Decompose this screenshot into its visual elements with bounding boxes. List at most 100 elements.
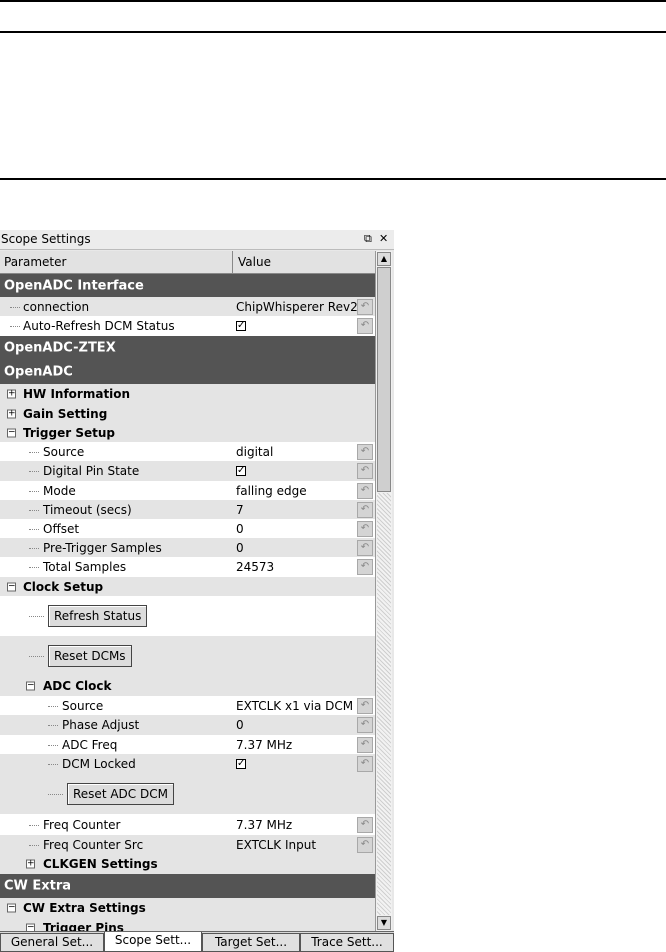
reset-default-icon[interactable]: ↶ bbox=[357, 482, 373, 499]
node-cw-extra-settings[interactable]: − CW Extra Settings bbox=[0, 898, 375, 918]
node-trigger-setup[interactable]: − Trigger Setup bbox=[0, 423, 375, 442]
dcm-locked-checkbox[interactable]: ✓ bbox=[236, 759, 246, 769]
group-label: CW Extra bbox=[4, 878, 72, 894]
node-gain-setting[interactable]: + Gain Setting bbox=[0, 404, 375, 423]
param-freq-counter-src[interactable]: Freq Counter Src EXTCLK Input ↶ bbox=[0, 835, 375, 854]
node-label: ADC Clock bbox=[43, 679, 112, 693]
reset-default-icon[interactable]: ↶ bbox=[357, 697, 373, 714]
param-timeout[interactable]: Timeout (secs) 7 ↶ bbox=[0, 500, 375, 519]
reset-default-icon[interactable]: ↶ bbox=[357, 736, 373, 753]
param-label: Source bbox=[43, 444, 85, 459]
expand-plus-icon[interactable]: + bbox=[7, 389, 16, 399]
scroll-up-icon[interactable]: ▲ bbox=[377, 252, 391, 266]
collapse-minus-icon[interactable]: − bbox=[26, 681, 35, 691]
reset-default-icon[interactable]: ↶ bbox=[357, 756, 373, 772]
tree-header: Parameter Value bbox=[0, 251, 375, 274]
reset-default-icon[interactable]: ↶ bbox=[357, 836, 373, 853]
scroll-thumb[interactable] bbox=[377, 267, 391, 492]
header-value[interactable]: Value bbox=[238, 251, 271, 273]
auto-refresh-checkbox[interactable]: ✓ bbox=[236, 321, 246, 331]
scroll-down-icon[interactable]: ▼ bbox=[377, 916, 391, 930]
param-trigger-source[interactable]: Source digital ↶ bbox=[0, 442, 375, 461]
tree-line bbox=[29, 547, 39, 550]
param-label: Freq Counter bbox=[43, 818, 121, 832]
phase-adjust-value[interactable]: 0 bbox=[236, 718, 244, 732]
collapse-minus-icon[interactable]: − bbox=[7, 903, 16, 913]
param-phase-adjust[interactable]: Phase Adjust 0 ↶ bbox=[0, 715, 375, 735]
param-label: ADC Freq bbox=[62, 737, 118, 752]
node-label: CW Extra Settings bbox=[23, 901, 146, 915]
mode-value[interactable]: falling edge bbox=[236, 484, 307, 498]
parameter-tree: Parameter Value OpenADC Interface connec… bbox=[0, 251, 375, 931]
adc-source-value[interactable]: EXTCLK x1 via DCM bbox=[236, 699, 353, 713]
dock-title-bar[interactable]: Scope Settings ⧉ ✕ bbox=[0, 230, 394, 250]
collapse-minus-icon[interactable]: − bbox=[7, 428, 16, 437]
reset-adc-dcm-button[interactable]: Reset ADC DCM bbox=[67, 783, 174, 805]
tree-line bbox=[29, 656, 44, 658]
param-label: Source bbox=[62, 698, 104, 713]
tree-line bbox=[29, 616, 44, 618]
digital-pin-checkbox[interactable]: ✓ bbox=[236, 466, 246, 476]
reset-default-icon[interactable]: ↶ bbox=[357, 443, 373, 460]
param-adc-freq[interactable]: ADC Freq 7.37 MHz ↶ bbox=[0, 735, 375, 754]
param-digital-pin-state[interactable]: Digital Pin State ✓ ↶ bbox=[0, 461, 375, 481]
param-freq-counter[interactable]: Freq Counter 7.37 MHz ↶ bbox=[0, 815, 375, 835]
group-openadc-interface[interactable]: OpenADC Interface bbox=[0, 274, 375, 297]
reset-default-icon[interactable]: ↶ bbox=[357, 559, 373, 575]
header-parameter[interactable]: Parameter bbox=[0, 251, 233, 273]
total-samples-value[interactable]: 24573 bbox=[236, 560, 274, 574]
reset-default-icon[interactable]: ↶ bbox=[357, 463, 373, 479]
reset-default-icon[interactable]: ↶ bbox=[357, 318, 373, 334]
collapse-minus-icon[interactable]: − bbox=[26, 923, 35, 931]
tree-line bbox=[48, 764, 58, 766]
collapse-minus-icon[interactable]: − bbox=[7, 582, 16, 591]
row-refresh-status: Refresh Status bbox=[0, 596, 375, 636]
node-trigger-pins[interactable]: − Trigger Pins bbox=[0, 918, 375, 931]
param-connection[interactable]: connection ChipWhisperer Rev2 ↶ bbox=[0, 297, 375, 316]
node-adc-clock[interactable]: − ADC Clock bbox=[0, 676, 375, 696]
expand-plus-icon[interactable]: + bbox=[7, 409, 16, 418]
group-cw-extra[interactable]: CW Extra bbox=[0, 874, 375, 898]
param-adc-source[interactable]: Source EXTCLK x1 via DCM ↶ bbox=[0, 696, 375, 715]
trigger-source-value[interactable]: digital bbox=[236, 445, 273, 459]
offset-value[interactable]: 0 bbox=[236, 522, 244, 536]
param-label: Phase Adjust bbox=[62, 718, 140, 732]
param-offset[interactable]: Offset 0 ↶ bbox=[0, 519, 375, 538]
node-clkgen-settings[interactable]: + CLKGEN Settings bbox=[0, 854, 375, 874]
tree-line bbox=[48, 744, 58, 747]
tab-target-settings[interactable]: Target Set... bbox=[202, 933, 300, 952]
param-total-samples[interactable]: Total Samples 24573 ↶ bbox=[0, 557, 375, 577]
reset-default-icon[interactable]: ↶ bbox=[357, 501, 373, 518]
group-openadc[interactable]: OpenADC bbox=[0, 360, 375, 384]
connection-value[interactable]: ChipWhisperer Rev2 bbox=[236, 300, 358, 314]
tab-general-settings[interactable]: General Set... bbox=[0, 933, 104, 952]
pretrigger-value[interactable]: 0 bbox=[236, 541, 244, 555]
param-label: Digital Pin State bbox=[43, 464, 140, 478]
float-icon[interactable]: ⧉ bbox=[364, 232, 372, 246]
node-clock-setup[interactable]: − Clock Setup bbox=[0, 577, 375, 596]
reset-default-icon[interactable]: ↶ bbox=[357, 539, 373, 556]
param-dcm-locked[interactable]: DCM Locked ✓ ↶ bbox=[0, 754, 375, 774]
vertical-scrollbar[interactable]: ▲ ▼ bbox=[375, 251, 392, 931]
reset-default-icon[interactable]: ↶ bbox=[357, 817, 373, 833]
param-pretrigger[interactable]: Pre-Trigger Samples 0 ↶ bbox=[0, 538, 375, 557]
reset-default-icon[interactable]: ↶ bbox=[357, 717, 373, 733]
reset-default-icon[interactable]: ↶ bbox=[357, 520, 373, 537]
tab-trace-settings[interactable]: Trace Sett... bbox=[300, 933, 394, 952]
node-hw-information[interactable]: + HW Information bbox=[0, 384, 375, 404]
reset-dcms-button[interactable]: Reset DCMs bbox=[48, 645, 132, 667]
close-icon[interactable]: ✕ bbox=[379, 232, 388, 245]
tab-scope-settings[interactable]: Scope Sett... bbox=[104, 932, 202, 952]
node-label: Clock Setup bbox=[23, 579, 104, 594]
expand-plus-icon[interactable]: + bbox=[26, 859, 35, 869]
param-label: connection bbox=[23, 299, 90, 314]
scroll-track[interactable] bbox=[377, 493, 391, 915]
param-auto-refresh[interactable]: Auto-Refresh DCM Status ✓ ↶ bbox=[0, 316, 375, 336]
param-mode[interactable]: Mode falling edge ↶ bbox=[0, 481, 375, 500]
timeout-value[interactable]: 7 bbox=[236, 503, 244, 517]
freq-counter-src-value[interactable]: EXTCLK Input bbox=[236, 838, 316, 852]
group-openadc-ztex[interactable]: OpenADC-ZTEX bbox=[0, 336, 375, 360]
tree-line bbox=[29, 451, 39, 454]
reset-default-icon[interactable]: ↶ bbox=[357, 298, 373, 315]
refresh-status-button[interactable]: Refresh Status bbox=[48, 605, 148, 627]
